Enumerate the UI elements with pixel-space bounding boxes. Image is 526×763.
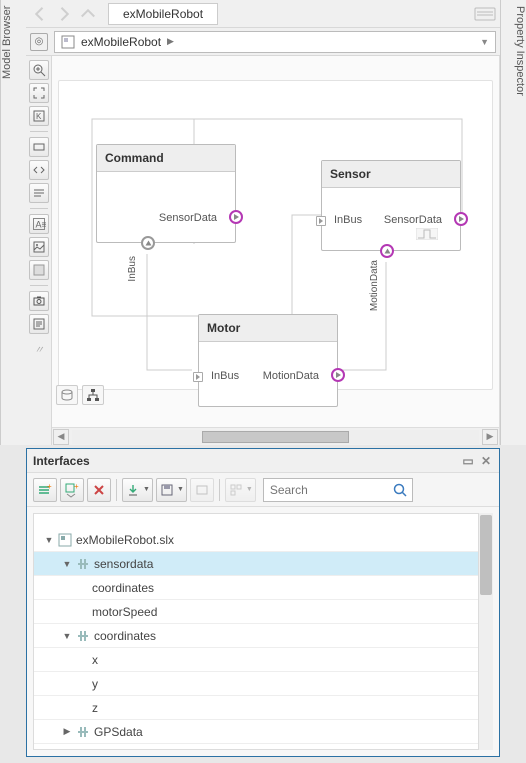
canvas[interactable]: Command SensorData InBus Sensor <box>52 56 500 445</box>
block-sensor[interactable]: Sensor InBus SensorData <box>321 160 461 251</box>
save-dict-button[interactable]: ▼ <box>156 478 187 502</box>
search-icon[interactable] <box>392 482 408 498</box>
block-title: Sensor <box>322 161 460 188</box>
tree-row-coordinates[interactable]: coordinates <box>34 576 478 600</box>
block-title: Command <box>97 145 235 172</box>
block-title: Motor <box>199 315 337 342</box>
expand-icon[interactable]: ▼ <box>62 631 72 641</box>
minimize-icon[interactable]: ▭ <box>461 454 475 468</box>
expand-icon[interactable]: ▶ <box>62 727 72 737</box>
inport-inbus[interactable] <box>316 216 326 226</box>
port-label: MotionData <box>263 370 319 382</box>
tree-row-coordinates-parent[interactable]: ▼ coordinates <box>34 624 478 648</box>
panel-title-bar[interactable]: Interfaces ▭ ✕ <box>27 449 499 473</box>
link-button <box>190 478 214 502</box>
code-icon[interactable] <box>29 160 49 180</box>
tree-row-gpsdata[interactable]: ▶ GPSdata <box>34 720 478 744</box>
tree-file-row[interactable]: ▼ exMobileRobot.slx <box>34 528 478 552</box>
fit-icon[interactable] <box>29 83 49 103</box>
chevron-down-icon[interactable]: ▼ <box>480 37 489 47</box>
tree-row-y[interactable]: y <box>34 672 478 696</box>
hierarchy-icon[interactable] <box>82 385 104 405</box>
search-box[interactable] <box>263 478 413 502</box>
import-button[interactable]: ▼ <box>122 478 153 502</box>
bus-label: InBus <box>127 256 138 282</box>
model-browser-rail[interactable]: Model Browser <box>0 0 26 445</box>
breadcrumb-root: exMobileRobot <box>81 35 161 49</box>
annotate-icon[interactable]: K <box>29 106 49 126</box>
port-label: SensorData <box>159 212 217 224</box>
inport-inbus[interactable] <box>193 372 203 382</box>
fill-icon[interactable] <box>29 260 49 280</box>
svg-text:A≡: A≡ <box>35 220 46 230</box>
zoom-in-icon[interactable] <box>29 60 49 80</box>
inport-bottom[interactable] <box>141 236 155 250</box>
bus-icon <box>76 725 90 739</box>
slx-icon <box>58 533 72 547</box>
hscrollbar[interactable]: ◀ ▶ <box>52 427 499 445</box>
add-interface-button[interactable]: + <box>33 478 57 502</box>
block-command[interactable]: Command SensorData <box>96 144 236 243</box>
keyboard-icon[interactable] <box>474 6 496 22</box>
outport-sensordata[interactable] <box>454 212 468 226</box>
vscrollbar[interactable] <box>479 513 493 750</box>
scroll-left-icon[interactable]: ◀ <box>53 429 69 445</box>
tree-row-motorspeed[interactable]: motorSpeed <box>34 600 478 624</box>
interfaces-toolbar: + + ▼ ▼ ▼ <box>27 473 499 507</box>
breadcrumb-bar: ◎ exMobileRobot ▶ ▼ <box>26 28 500 56</box>
report-icon[interactable] <box>29 314 49 334</box>
panel-title: Interfaces <box>33 454 90 468</box>
up-icon[interactable] <box>78 4 98 24</box>
bus-label: MotionData <box>369 260 380 311</box>
port-label: SensorData <box>384 214 442 226</box>
expand-icon[interactable]: ▼ <box>62 559 72 569</box>
canvas-mini-toolbar <box>56 385 104 405</box>
model-tab[interactable]: exMobileRobot <box>108 3 218 25</box>
svg-text:+: + <box>74 482 79 491</box>
bus-icon <box>76 629 90 643</box>
inport-motiondata[interactable] <box>380 244 394 258</box>
db-icon[interactable] <box>56 385 78 405</box>
text-icon[interactable] <box>29 183 49 203</box>
bus-icon <box>76 557 90 571</box>
outport-sensordata[interactable] <box>229 210 243 224</box>
tree-row-z[interactable]: z <box>34 696 478 720</box>
grip-icon[interactable]: 〃 <box>34 341 43 356</box>
rect-icon[interactable] <box>29 137 49 157</box>
svg-text:+: + <box>47 482 52 491</box>
block-motor[interactable]: Motor InBus MotionData <box>198 314 338 407</box>
breadcrumb[interactable]: exMobileRobot ▶ ▼ <box>54 31 496 53</box>
image-icon[interactable] <box>29 237 49 257</box>
tree-row-x[interactable]: x <box>34 648 478 672</box>
tree-row-sensordata[interactable]: ▼ sensordata <box>34 552 478 576</box>
target-icon[interactable]: ◎ <box>30 33 48 51</box>
interfaces-panel: Interfaces ▭ ✕ + + ▼ ▼ ▼ <box>26 448 500 757</box>
nav-bar: exMobileRobot <box>26 0 500 28</box>
scroll-right-icon[interactable]: ▶ <box>482 429 498 445</box>
signal-glyph-icon <box>416 228 438 240</box>
svg-text:K: K <box>36 112 42 121</box>
delete-button[interactable] <box>87 478 111 502</box>
a-icon[interactable]: A≡ <box>29 214 49 234</box>
add-element-button[interactable]: + <box>60 478 84 502</box>
model-icon <box>61 35 75 49</box>
property-inspector-rail[interactable]: Property Inspector <box>500 0 526 445</box>
port-label: InBus <box>334 214 362 226</box>
forward-icon[interactable] <box>54 4 74 24</box>
search-input[interactable] <box>268 482 392 498</box>
view-button: ▼ <box>225 478 256 502</box>
camera-icon[interactable] <box>29 291 49 311</box>
outport-motiondata[interactable] <box>331 368 345 382</box>
close-icon[interactable]: ✕ <box>479 454 493 468</box>
expand-icon[interactable]: ▼ <box>44 535 54 545</box>
back-icon[interactable] <box>30 4 50 24</box>
interface-tree[interactable]: ▼ exMobileRobot.slx ▼ sensordata coordin… <box>33 513 479 750</box>
tool-palette: K A≡ 〃 <box>26 56 52 445</box>
port-label: InBus <box>211 370 239 382</box>
